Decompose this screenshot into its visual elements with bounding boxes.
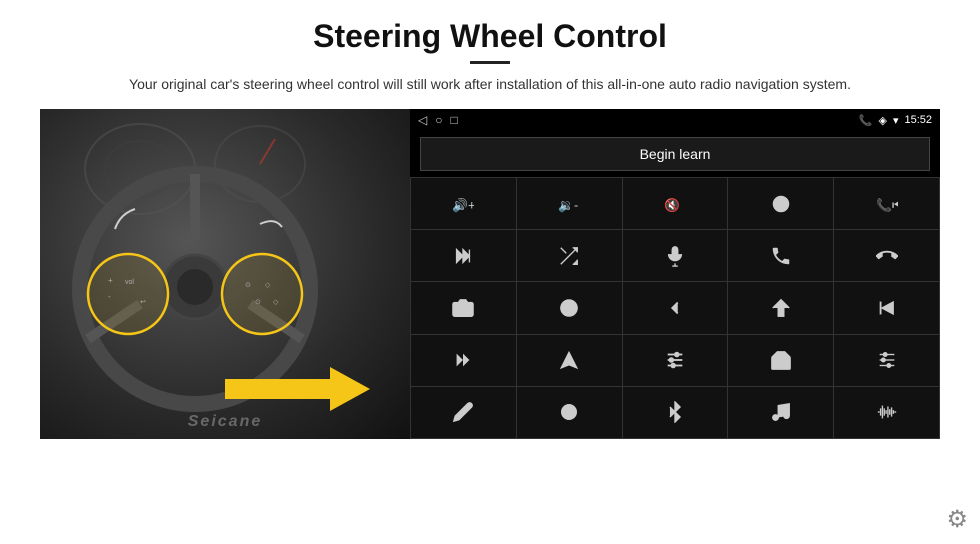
page-subtitle: Your original car's steering wheel contr… bbox=[129, 74, 851, 95]
recent-nav-icon[interactable]: □ bbox=[450, 113, 457, 127]
navigate-button[interactable] bbox=[517, 335, 622, 386]
home-button[interactable] bbox=[728, 282, 833, 333]
shuffle-button[interactable] bbox=[517, 230, 622, 281]
pen-button[interactable] bbox=[411, 387, 516, 438]
svg-text:↩: ↩ bbox=[140, 299, 146, 306]
equalizer-button[interactable] bbox=[623, 335, 728, 386]
back-nav-icon[interactable]: ◁ bbox=[418, 113, 427, 127]
home-nav-icon[interactable]: ○ bbox=[435, 113, 442, 127]
page-wrapper: Steering Wheel Control Your original car… bbox=[0, 0, 980, 544]
svg-text:🔉-: 🔉- bbox=[558, 197, 578, 213]
svg-text:-: - bbox=[108, 292, 111, 301]
camera-button[interactable] bbox=[411, 282, 516, 333]
svg-text:⊙: ⊙ bbox=[255, 299, 261, 306]
clock: 15:52 bbox=[904, 114, 932, 126]
phone-call-button[interactable] bbox=[728, 230, 833, 281]
status-bar-nav: ◁ ○ □ bbox=[418, 113, 458, 127]
content-row: + - vol ↩ ⊙ ◇ ⊙ ◇ Seicane bbox=[40, 109, 940, 439]
hang-up-button[interactable] bbox=[834, 230, 939, 281]
location-icon: ◈ bbox=[878, 114, 886, 127]
vol-up-button[interactable]: 🔊+ bbox=[411, 178, 516, 229]
controls-grid: 🔊+ 🔉- 🔇 bbox=[410, 177, 940, 439]
svg-text:vol: vol bbox=[125, 279, 134, 286]
360-view-button[interactable]: 360 bbox=[517, 282, 622, 333]
status-bar: ◁ ○ □ 📞 ◈ ▾ 15:52 bbox=[410, 109, 940, 131]
prev-track-button[interactable] bbox=[834, 282, 939, 333]
svg-text:🔊+: 🔊+ bbox=[452, 196, 474, 213]
begin-learn-button[interactable]: Begin learn bbox=[420, 137, 930, 171]
svg-text:⊙: ⊙ bbox=[245, 282, 251, 289]
steering-wheel-svg: + - vol ↩ ⊙ ◇ ⊙ ◇ bbox=[40, 109, 410, 419]
car-background: + - vol ↩ ⊙ ◇ ⊙ ◇ Seicane bbox=[40, 109, 410, 439]
sliders-button[interactable] bbox=[834, 335, 939, 386]
waveform-button[interactable] bbox=[834, 387, 939, 438]
page-container: Steering Wheel Control Your original car… bbox=[0, 0, 980, 544]
wifi-icon: ▾ bbox=[893, 114, 899, 127]
skip-next-button[interactable] bbox=[411, 230, 516, 281]
seicane-watermark: Seicane bbox=[188, 413, 262, 431]
svg-text:360: 360 bbox=[566, 306, 574, 311]
svg-text:◇: ◇ bbox=[273, 299, 279, 306]
svg-text:◇: ◇ bbox=[265, 282, 271, 289]
radio-button[interactable] bbox=[728, 335, 833, 386]
mute-button[interactable]: 🔇 bbox=[623, 178, 728, 229]
knob-button[interactable] bbox=[517, 387, 622, 438]
power-button[interactable] bbox=[728, 178, 833, 229]
bluetooth-button[interactable] bbox=[623, 387, 728, 438]
settings-gear-icon[interactable]: ⚙ bbox=[946, 506, 968, 533]
svg-text:🔇: 🔇 bbox=[664, 197, 680, 212]
mic-button[interactable] bbox=[623, 230, 728, 281]
begin-learn-row: Begin learn bbox=[410, 131, 940, 177]
title-underline bbox=[470, 61, 510, 64]
back-button[interactable] bbox=[623, 282, 728, 333]
page-title: Steering Wheel Control bbox=[313, 18, 667, 55]
vol-down-button[interactable]: 🔉- bbox=[517, 178, 622, 229]
call-prev-button[interactable]: 📞⏮ bbox=[834, 178, 939, 229]
music-button[interactable] bbox=[728, 387, 833, 438]
svg-text:📞⏮: 📞⏮ bbox=[876, 196, 898, 212]
fast-forward-button[interactable] bbox=[411, 335, 516, 386]
settings-gear-container: ⚙ bbox=[946, 505, 968, 534]
android-screen: ◁ ○ □ 📞 ◈ ▾ 15:52 Begin learn bbox=[410, 109, 940, 439]
phone-icon: 📞 bbox=[859, 114, 873, 127]
car-image-area: + - vol ↩ ⊙ ◇ ⊙ ◇ Seicane bbox=[40, 109, 410, 439]
svg-text:+: + bbox=[108, 276, 113, 285]
status-bar-info: 📞 ◈ ▾ 15:52 bbox=[859, 114, 932, 127]
